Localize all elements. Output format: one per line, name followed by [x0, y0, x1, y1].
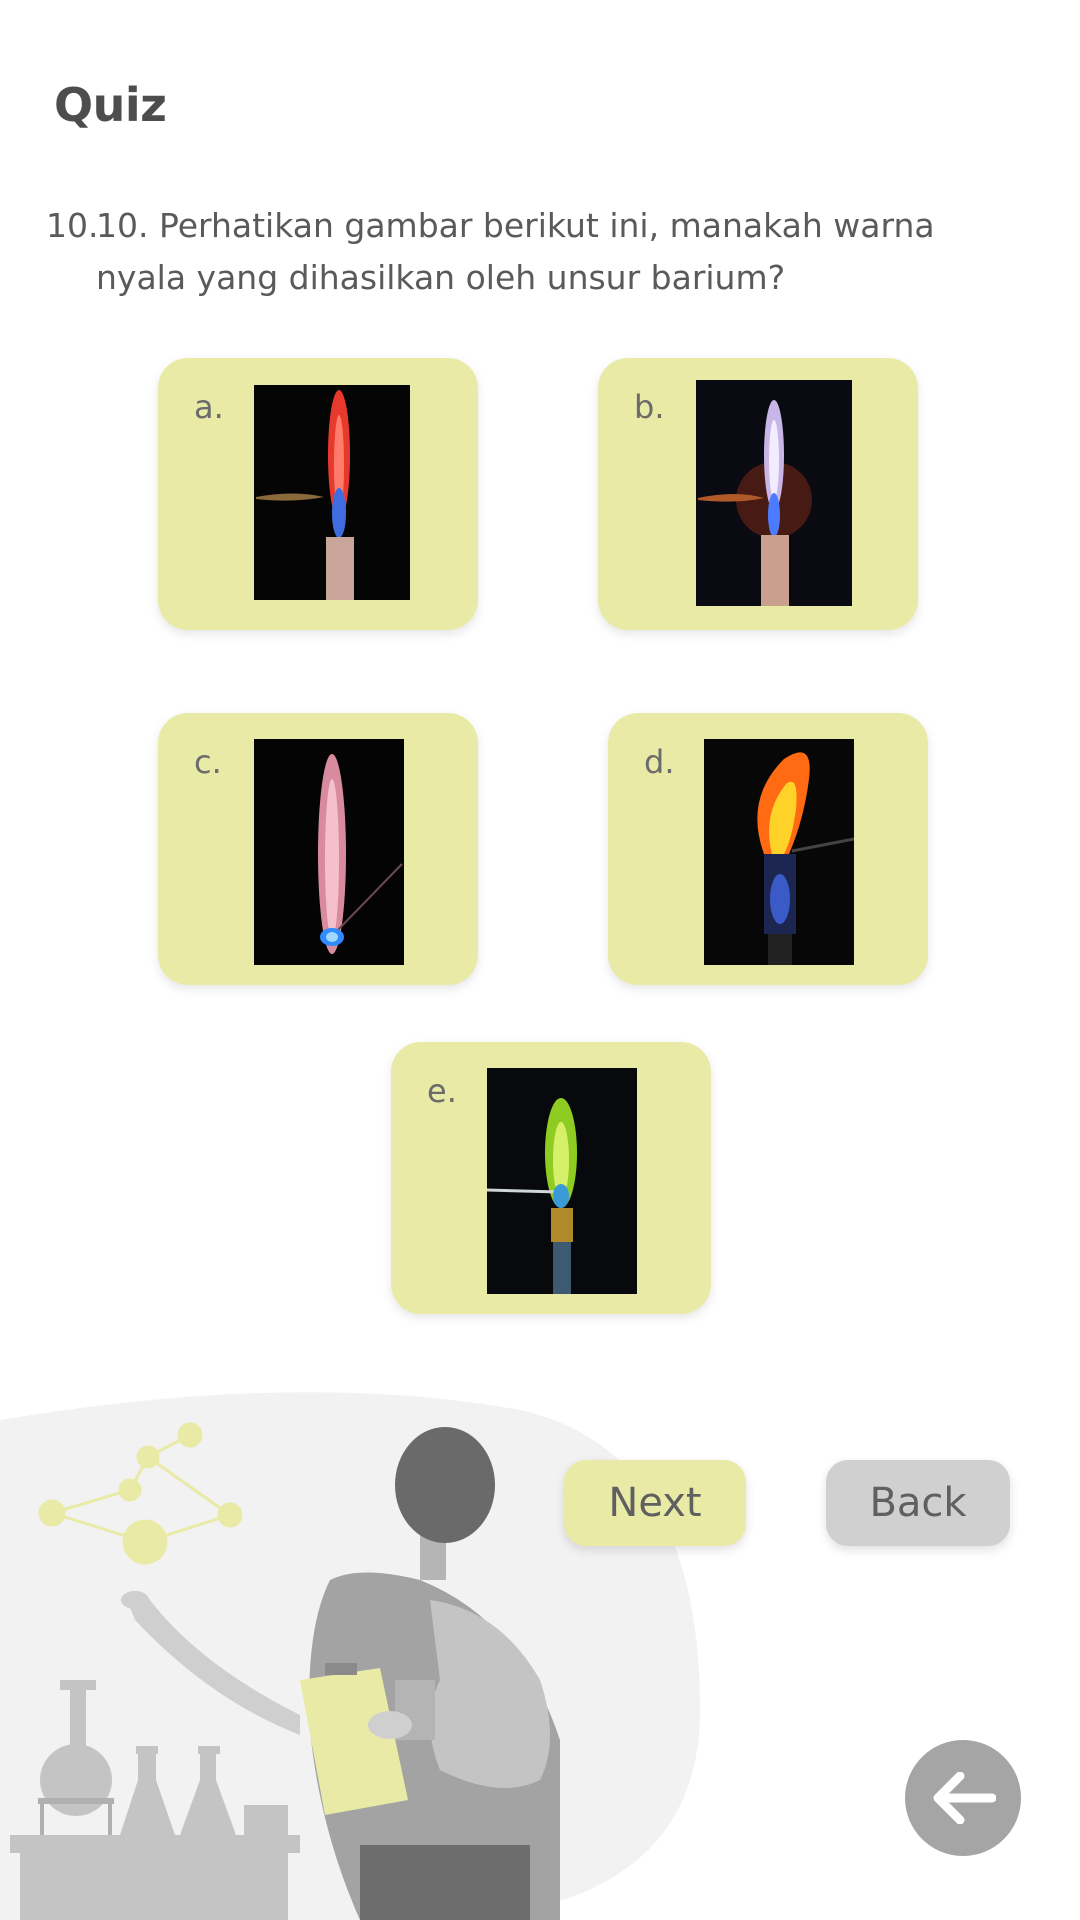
option-c-card[interactable]: c.: [158, 713, 478, 985]
option-d-card[interactable]: d.: [608, 713, 928, 985]
question-line-2: nyala yang dihasilkan oleh unsur barium?: [96, 258, 786, 297]
option-a-card[interactable]: a.: [158, 358, 478, 630]
arrow-left-icon: [933, 1772, 996, 1824]
flame-photo-violet: [696, 380, 852, 606]
option-letter: b.: [634, 388, 665, 426]
next-button[interactable]: Next: [564, 1460, 746, 1546]
question-text: 10.10. Perhatikan gambar berikut ini, ma…: [46, 200, 1006, 304]
option-letter: a.: [194, 388, 224, 426]
option-letter: d.: [644, 743, 675, 781]
option-e-card[interactable]: e.: [391, 1042, 711, 1314]
back-button[interactable]: Back: [826, 1460, 1010, 1546]
option-b-card[interactable]: b.: [598, 358, 918, 630]
flame-photo-green: [487, 1068, 637, 1294]
option-letter: e.: [427, 1072, 457, 1110]
question-line-1: 10. Perhatikan gambar berikut ini, manak…: [96, 206, 935, 245]
flame-photo-red: [254, 385, 410, 600]
back-arrow-button[interactable]: [905, 1740, 1021, 1856]
flame-photo-orange: [704, 739, 854, 965]
flame-photo-pink: [254, 739, 404, 965]
option-letter: c.: [194, 743, 222, 781]
question-number: 10.: [46, 206, 99, 245]
page-title: Quiz: [54, 78, 167, 132]
